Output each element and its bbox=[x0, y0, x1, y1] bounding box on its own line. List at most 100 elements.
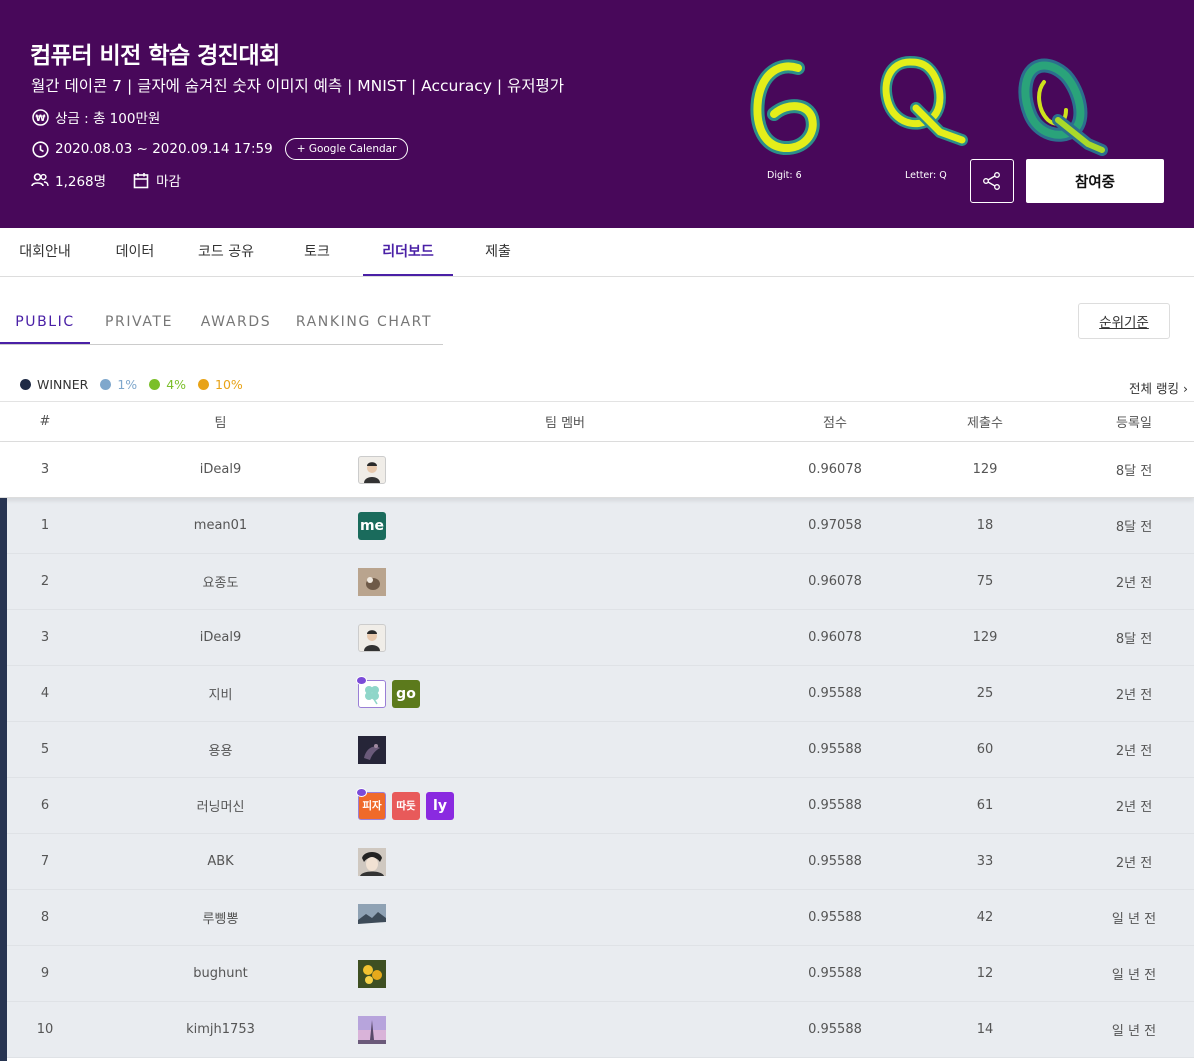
score: 0.95588 bbox=[808, 742, 862, 757]
table-row[interactable]: 3 iDeal9 0.96078 129 8달 전 bbox=[0, 610, 1194, 666]
team-name[interactable]: 요종도 bbox=[128, 554, 313, 609]
score: 0.96078 bbox=[808, 630, 862, 645]
tab-talk[interactable]: 토크 bbox=[287, 228, 347, 276]
avatar[interactable] bbox=[358, 959, 386, 988]
avatar[interactable] bbox=[358, 847, 386, 876]
rank: 3 bbox=[40, 462, 50, 477]
score: 0.95588 bbox=[808, 686, 862, 701]
submission-count: 42 bbox=[976, 910, 994, 925]
tab-code-share[interactable]: 코드 공유 bbox=[186, 228, 266, 276]
team-members bbox=[355, 442, 775, 497]
ranking-criteria-button[interactable]: 순위기준 bbox=[1078, 303, 1170, 339]
registered-date: 2년 전 bbox=[1115, 688, 1153, 703]
team-name[interactable]: 러닝머신 bbox=[128, 778, 313, 833]
team-name[interactable]: 루삥뽕 bbox=[128, 890, 313, 945]
users-icon bbox=[31, 171, 49, 189]
col-team: 팀 bbox=[214, 416, 227, 431]
submission-count: 129 bbox=[972, 630, 998, 645]
table-row[interactable]: 2 요종도 0.96078 75 2년 전 bbox=[0, 554, 1194, 610]
table-row[interactable]: 6 러닝머신 피자 따듯 ly 0.95588 61 2년 전 bbox=[0, 778, 1194, 834]
rank: 10 bbox=[36, 1022, 54, 1037]
my-team-row[interactable]: 3 iDeal9 0.96078 129 8달 전 bbox=[0, 442, 1194, 498]
tab-ranking-chart[interactable]: RANKING CHART bbox=[290, 300, 438, 344]
team-members bbox=[355, 1002, 775, 1057]
google-calendar-button[interactable]: + Google Calendar bbox=[284, 138, 409, 160]
registered-date: 8달 전 bbox=[1115, 520, 1153, 535]
registered-date: 8달 전 bbox=[1115, 632, 1153, 647]
rank: 6 bbox=[40, 798, 50, 813]
all-ranking-link[interactable]: 전체 랭킹 › bbox=[1129, 378, 1188, 397]
table-row[interactable]: 1 mean01 me 0.97058 18 8달 전 bbox=[0, 498, 1194, 554]
tier-legend: WINNER 1% 4% 10% bbox=[20, 377, 255, 392]
table-row[interactable]: 5 용용 0.95588 60 2년 전 bbox=[0, 722, 1194, 778]
leaderboard-header: # 팀 팀 멤버 점수 제출수 등록일 bbox=[0, 401, 1194, 442]
tab-data[interactable]: 데이터 bbox=[100, 228, 170, 276]
avatar[interactable]: ly bbox=[426, 791, 454, 820]
registered-date: 8달 전 bbox=[1115, 464, 1153, 479]
tab-public[interactable]: PUBLIC bbox=[0, 300, 90, 344]
score: 0.95588 bbox=[808, 966, 862, 981]
team-members: 피자 따듯 ly bbox=[355, 778, 775, 833]
1pct-dot bbox=[100, 379, 112, 390]
avatar[interactable] bbox=[358, 735, 386, 764]
team-name[interactable]: 용용 bbox=[128, 722, 313, 777]
registered-date: 일 년 전 bbox=[1111, 912, 1157, 927]
tab-private[interactable]: PRIVATE bbox=[95, 300, 183, 344]
score: 0.95588 bbox=[808, 798, 862, 813]
join-button[interactable]: 참여중 bbox=[1026, 159, 1164, 203]
won-icon: ₩ bbox=[31, 108, 49, 126]
team-name[interactable]: mean01 bbox=[128, 498, 313, 553]
table-row[interactable]: 10 kimjh1753 0.95588 14 일 년 전 bbox=[0, 1002, 1194, 1058]
svg-text:₩: ₩ bbox=[35, 114, 45, 124]
table-row[interactable]: 4 지비 go 0.95588 25 2년 전 bbox=[0, 666, 1194, 722]
table-row[interactable]: 7 ABK 0.95588 33 2년 전 bbox=[0, 834, 1194, 890]
submission-count: 75 bbox=[976, 574, 994, 589]
team-name[interactable]: bughunt bbox=[128, 946, 313, 1001]
registered-date: 2년 전 bbox=[1115, 576, 1153, 591]
avatar[interactable] bbox=[358, 903, 386, 932]
team-members: go bbox=[355, 666, 775, 721]
team-members bbox=[355, 610, 775, 665]
meta-row: 1,268명 마감 bbox=[31, 170, 181, 190]
rank: 8 bbox=[40, 910, 50, 925]
table-row[interactable]: 8 루삥뽕 0.95588 42 일 년 전 bbox=[0, 890, 1194, 946]
avatar[interactable]: 피자 bbox=[356, 787, 386, 820]
clock-icon bbox=[31, 140, 49, 158]
avatar[interactable]: 따듯 bbox=[392, 791, 420, 820]
tab-leaderboard[interactable]: 리더보드 bbox=[363, 228, 453, 276]
avatar[interactable]: me bbox=[358, 511, 386, 540]
avatar[interactable] bbox=[356, 675, 386, 708]
rank: 4 bbox=[40, 686, 50, 701]
letter-q-image bbox=[880, 56, 968, 146]
avatar[interactable] bbox=[358, 623, 386, 652]
letter-caption: Letter: Q bbox=[905, 170, 947, 181]
score: 0.95588 bbox=[808, 910, 862, 925]
col-date: 등록일 bbox=[1116, 416, 1152, 431]
team-name[interactable]: 지비 bbox=[128, 666, 313, 721]
competition-banner: 컴퓨터 비전 학습 경진대회 월간 데이콘 7 | 글자에 숨겨진 숫자 이미지… bbox=[0, 0, 1194, 228]
tab-submit[interactable]: 제출 bbox=[468, 228, 528, 276]
avatar[interactable]: go bbox=[392, 679, 420, 708]
tab-awards[interactable]: AWARDS bbox=[192, 300, 280, 344]
score: 0.97058 bbox=[808, 518, 862, 533]
table-row[interactable]: 9 bughunt 0.95588 12 일 년 전 bbox=[0, 946, 1194, 1002]
submission-count: 129 bbox=[972, 462, 998, 477]
col-submissions: 제출수 bbox=[967, 416, 1003, 431]
score: 0.95588 bbox=[808, 1022, 862, 1037]
share-button[interactable] bbox=[970, 159, 1014, 203]
team-name[interactable]: kimjh1753 bbox=[128, 1002, 313, 1057]
avatar[interactable] bbox=[358, 1015, 386, 1044]
submission-count: 61 bbox=[976, 798, 994, 813]
team-name[interactable]: iDeal9 bbox=[128, 442, 313, 497]
status-text: 마감 bbox=[156, 174, 181, 190]
team-name[interactable]: ABK bbox=[128, 834, 313, 889]
tab-overview[interactable]: 대회안내 bbox=[0, 228, 90, 276]
avatar[interactable] bbox=[358, 567, 386, 596]
team-name[interactable]: iDeal9 bbox=[128, 610, 313, 665]
crown-icon bbox=[356, 787, 367, 797]
10pct-dot bbox=[198, 379, 210, 390]
submission-count: 12 bbox=[976, 966, 994, 981]
avatar[interactable] bbox=[358, 455, 386, 484]
digit-six-image bbox=[750, 59, 820, 155]
submission-count: 60 bbox=[976, 742, 994, 757]
